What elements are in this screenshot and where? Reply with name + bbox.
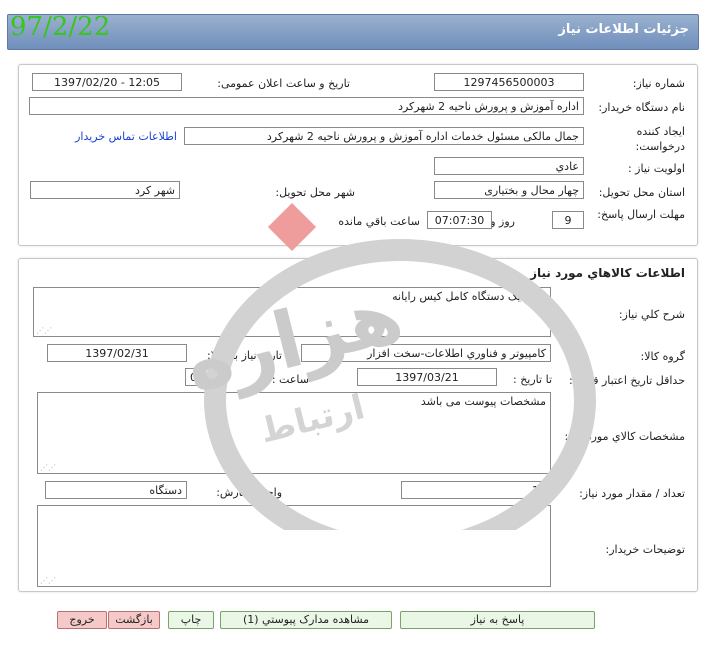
announce-date-field: 1397/02/20 - 12:05 (32, 73, 182, 91)
desc-text: خرید یک دستگاه کامل کیس رایانه (392, 290, 546, 303)
days-label: روز و (490, 215, 515, 228)
deadline-label: مهلت ارسال پاسخ: (597, 208, 685, 221)
priority-label: اولویت نیاز : (627, 162, 685, 175)
exit-button[interactable]: خروج (57, 611, 107, 629)
group-field: کامپيوتر و فناوري اطلاعات-سخت افزار (301, 344, 551, 362)
resize-grip-icon[interactable]: ⋰⋰ (36, 326, 52, 335)
qty-field: 17 (401, 481, 551, 499)
time-label: ساعت : (271, 373, 309, 386)
until-date-label: تا تاريخ : (513, 373, 552, 386)
reply-button[interactable]: پاسخ به نياز (400, 611, 595, 629)
buyer-notes-label: توضيحات خريدار: (605, 543, 686, 556)
resize-grip-icon[interactable]: ⋰⋰ (40, 463, 56, 472)
group-label: گروه کالا: (640, 350, 685, 363)
buyer-notes-textarea[interactable]: ⋰⋰ (37, 505, 551, 587)
desc-textarea[interactable]: خرید یک دستگاه کامل کیس رایانه ⋰⋰ (33, 287, 551, 337)
time-field: 02:12 (185, 368, 225, 386)
city-field: شهر کرد (30, 181, 180, 199)
desc-label: شرح کلي نياز: (618, 308, 685, 321)
print-button[interactable]: چاپ (168, 611, 214, 629)
time-left-field: 07:07:30 (427, 211, 492, 229)
province-field: چهار محال و بختیاری (434, 181, 584, 199)
priority-field: عادي (434, 157, 584, 175)
creator-field: جمال مالکی مسئول خدمات اداره آموزش و پرو… (184, 127, 584, 145)
goods-section-title: اطلاعات کالاهاي مورد نياز (530, 266, 685, 280)
resize-grip-icon[interactable]: ⋰⋰ (40, 576, 56, 585)
buyer-org-field: اداره آموزش و پرورش ناحیه 2 شهرکرد (29, 97, 584, 115)
need-date-label: تاريخ نياز به کالا: (207, 349, 282, 362)
back-button[interactable]: بازگشت (108, 611, 160, 629)
view-attachments-button[interactable]: مشاهده مدارک پيوستي (1) (220, 611, 392, 629)
creator-label: ایجاد کننده درخواست: (635, 125, 685, 153)
qty-label: تعداد / مقدار مورد نياز: (579, 487, 685, 500)
spec-text: مشخصات پیوست می باشد (420, 395, 546, 408)
unit-label: واحد شمارش: (216, 486, 282, 499)
days-field: 9 (552, 211, 584, 229)
need-number-label: شماره نیاز: (632, 77, 685, 90)
spec-label: مشخصات کالاي مورد نياز: (564, 430, 685, 443)
spec-textarea[interactable]: مشخصات پیوست می باشد ⋰⋰ (37, 392, 551, 474)
date-stamp: 97/2/22 (10, 12, 111, 42)
time-left-label: ساعت باقي مانده (338, 215, 420, 228)
buyer-org-label: نام دستگاه خریدار: (598, 101, 685, 114)
city-label: شهر محل تحویل: (275, 186, 355, 199)
announce-date-label: تاریخ و ساعت اعلان عمومی: (217, 77, 350, 90)
buyer-contact-link[interactable]: اطلاعات تماس خریدار (75, 130, 177, 143)
until-date-field: 1397/03/21 (357, 368, 497, 386)
province-label: استان محل تحویل: (598, 186, 685, 199)
unit-field: دستگاه (45, 481, 187, 499)
page-title: جزئیات اطلاعات نیاز (558, 22, 689, 37)
price-valid-label: حداقل تاریخ اعتبار قیمت: (569, 374, 685, 387)
need-date-field: 1397/02/31 (47, 344, 187, 362)
need-number-field: 1297456500003 (434, 73, 584, 91)
